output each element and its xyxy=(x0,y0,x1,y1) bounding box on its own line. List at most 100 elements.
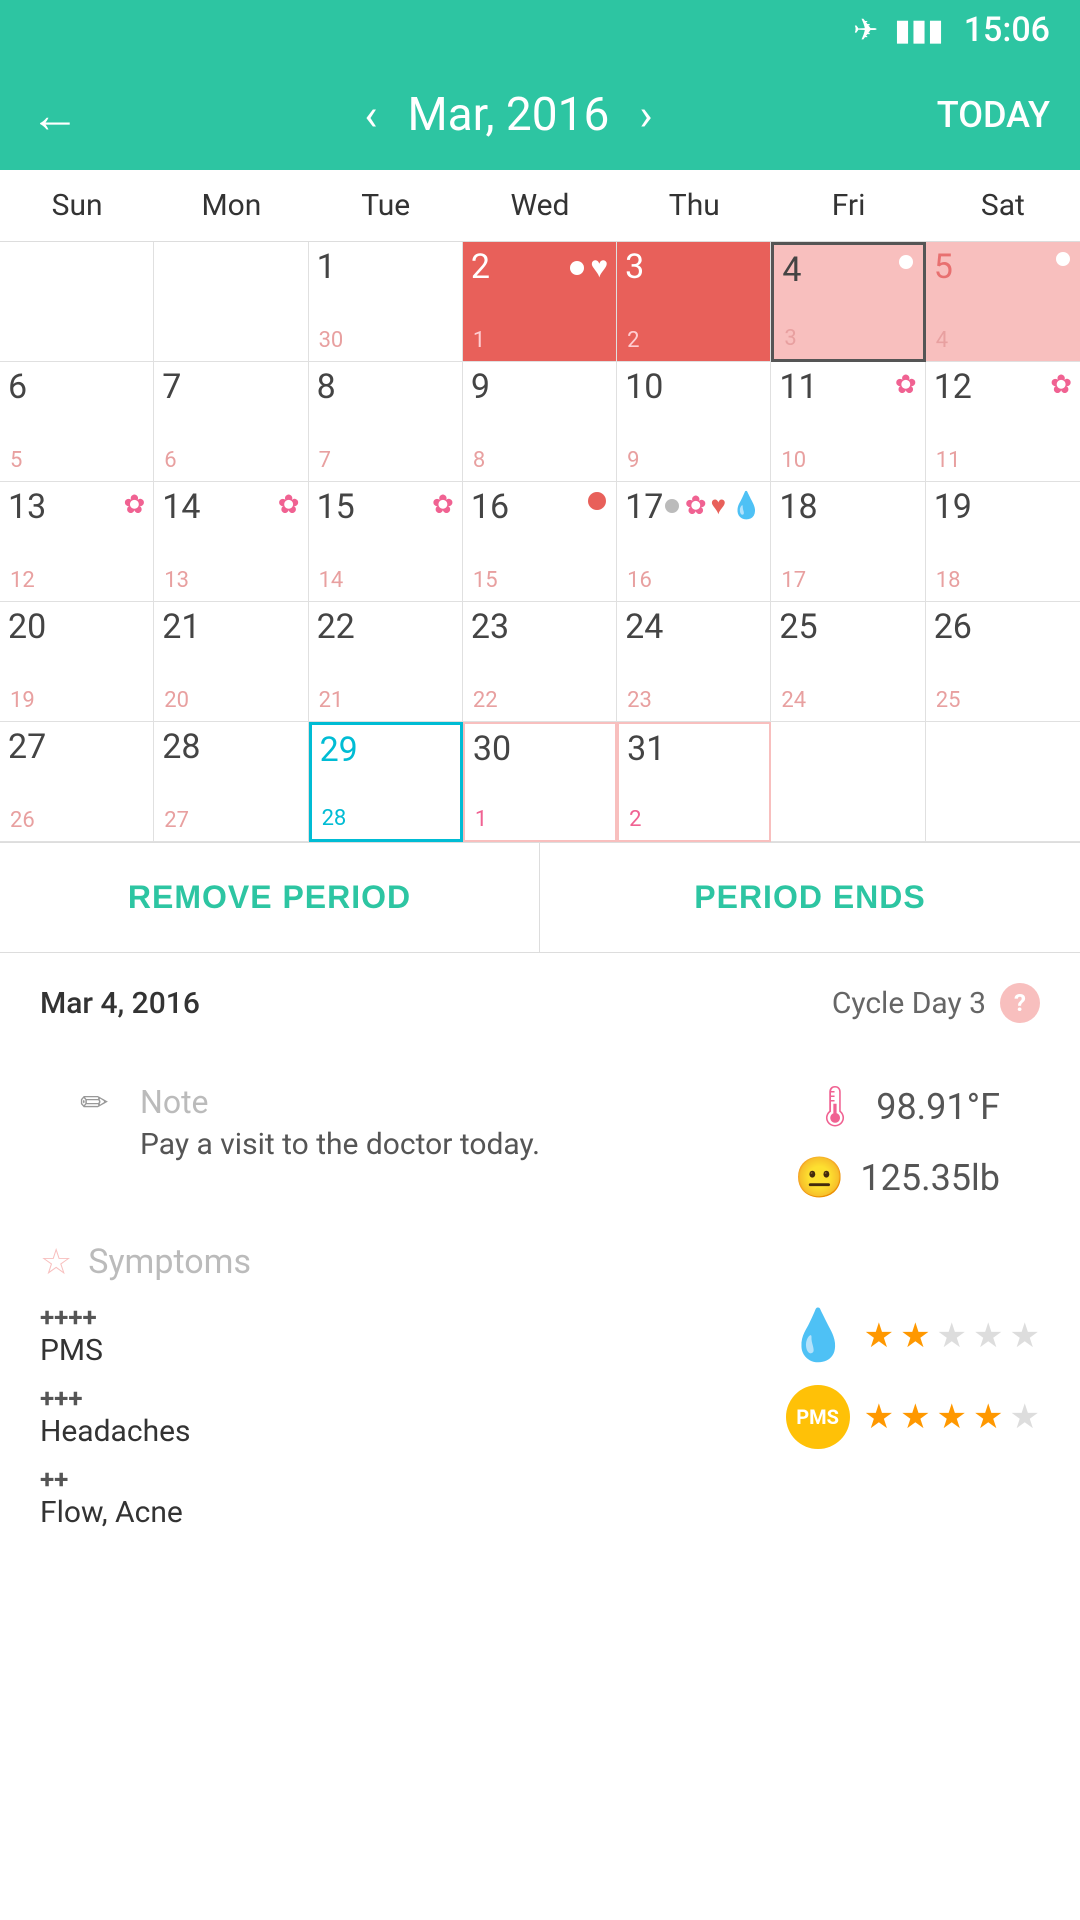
dot-white-icon xyxy=(899,255,913,269)
note-icon: ✏ xyxy=(80,1083,140,1123)
header: ← ‹ Mar, 2016 › TODAY xyxy=(0,60,1080,170)
symptom-flow-acne: ++ Flow, Acne xyxy=(40,1465,1040,1530)
note-row: ✏ Note Pay a visit to the doctor today. xyxy=(80,1083,700,1162)
month-navigation: ‹ Mar, 2016 › xyxy=(364,88,652,142)
calendar-cell-13[interactable]: ✿1211 xyxy=(926,362,1080,482)
calendar-cell-3[interactable]: ♥21 xyxy=(463,242,617,362)
weight-value: 125.35lb xyxy=(860,1157,1000,1199)
detail-date: Mar 4, 2016 xyxy=(40,986,200,1021)
calendar-cell-12[interactable]: ✿1110 xyxy=(771,362,925,482)
headaches-stars: ★ ★ ★ ★ ★ xyxy=(864,1397,1040,1437)
calendar-cell-24[interactable]: 2322 xyxy=(463,602,617,722)
star-h-2: ★ xyxy=(900,1397,930,1437)
flower-icon: ✿ xyxy=(123,490,145,520)
cell-day-number: 17 xyxy=(625,487,663,527)
calendar-cell-30[interactable]: 2928 xyxy=(309,722,463,842)
symptom-pms-right: 💧 ★ ★ ★ ★ ★ xyxy=(787,1307,1040,1365)
note-label: Note xyxy=(140,1083,700,1121)
calendar-cell-15[interactable]: ✿1413 xyxy=(154,482,308,602)
calendar-cell-28[interactable]: 2726 xyxy=(0,722,154,842)
cell-day-number: 28 xyxy=(162,727,200,767)
cell-cycle-number: 22 xyxy=(473,688,498,713)
drop-icon: 💧 xyxy=(730,491,762,521)
calendar-cell-23[interactable]: 2221 xyxy=(309,602,463,722)
symptoms-section: ☆ Symptoms ++++ PMS 💧 ★ ★ ★ ★ ★ +++ Head… xyxy=(0,1231,1080,1556)
calendar-cell-17[interactable]: 1615 xyxy=(463,482,617,602)
calendar-cell-21[interactable]: 2019 xyxy=(0,602,154,722)
calendar-cell-19[interactable]: 1817 xyxy=(771,482,925,602)
star-1: ★ xyxy=(864,1316,894,1356)
remove-period-button[interactable]: REMOVE PERIOD xyxy=(0,843,540,952)
calendar-cell-22[interactable]: 2120 xyxy=(154,602,308,722)
dot-white-icon xyxy=(1056,252,1070,266)
cell-day-number: 2 xyxy=(471,247,490,287)
period-drop-icon: 💧 xyxy=(787,1307,849,1365)
next-month-button[interactable]: › xyxy=(639,89,652,141)
calendar-cell-25[interactable]: 2423 xyxy=(617,602,771,722)
cell-day-number: 13 xyxy=(8,487,46,527)
symptom-headaches-right: PMS ★ ★ ★ ★ ★ xyxy=(786,1385,1040,1449)
calendar-cell-4[interactable]: 32 xyxy=(617,242,771,362)
back-button[interactable]: ← xyxy=(30,86,80,145)
cell-cycle-number: 11 xyxy=(936,448,961,473)
cell-day-number: 29 xyxy=(320,730,358,770)
calendar-cell-9[interactable]: 87 xyxy=(309,362,463,482)
heart-icon: ♥ xyxy=(590,250,608,285)
calendar-cell-7[interactable]: 65 xyxy=(0,362,154,482)
cell-day-number: 4 xyxy=(782,250,801,290)
calendar-cell-32[interactable]: 312 xyxy=(617,722,771,842)
cell-cycle-number: 18 xyxy=(936,568,961,593)
cell-cycle-number: 14 xyxy=(319,568,344,593)
cell-day-number: 31 xyxy=(627,729,665,769)
calendar-cell-11[interactable]: 109 xyxy=(617,362,771,482)
calendar-cell-2[interactable]: 130 xyxy=(309,242,463,362)
today-button[interactable]: TODAY xyxy=(937,94,1050,136)
content-right: 🌡 98.91°F 😐 125.35lb xyxy=(700,1083,1000,1201)
symptom-pms-name: PMS xyxy=(40,1333,103,1368)
calendar-cell-29[interactable]: 2827 xyxy=(154,722,308,842)
star-h-4: ★ xyxy=(973,1397,1003,1437)
cell-cycle-number: 20 xyxy=(164,688,189,713)
calendar-cell-18[interactable]: ✿♥💧1716 xyxy=(617,482,771,602)
cell-cycle-number: 26 xyxy=(10,808,35,833)
calendar-cell-26[interactable]: 2524 xyxy=(771,602,925,722)
temperature-row: 🌡 98.91°F xyxy=(809,1083,1000,1130)
cell-cycle-number: 12 xyxy=(10,568,35,593)
cycle-day-label: Cycle Day 3 xyxy=(832,986,986,1021)
weekday-header: Sun Mon Tue Wed Thu Fri Sat xyxy=(0,170,1080,242)
calendar-cell-31[interactable]: 301 xyxy=(463,722,617,842)
calendar-cell-5[interactable]: 43 xyxy=(771,242,925,362)
cell-cycle-number: 15 xyxy=(473,568,498,593)
calendar-cell-33 xyxy=(771,722,925,842)
detail-cycle: Cycle Day 3 ? xyxy=(832,983,1040,1023)
calendar-cell-10[interactable]: 98 xyxy=(463,362,617,482)
cell-day-number: 8 xyxy=(317,367,336,407)
weekday-sun: Sun xyxy=(0,170,154,241)
cell-day-number: 9 xyxy=(471,367,490,407)
star-2: ★ xyxy=(900,1316,930,1356)
weekday-wed: Wed xyxy=(463,170,617,241)
star-h-3: ★ xyxy=(937,1397,967,1437)
status-icons: ✈ ▮▮▮ xyxy=(853,13,944,48)
cell-day-number: 26 xyxy=(934,607,972,647)
cell-day-number: 16 xyxy=(471,487,509,527)
calendar-cell-1 xyxy=(154,242,308,362)
flower-icon: ✿ xyxy=(895,370,917,400)
airplane-icon: ✈ xyxy=(853,13,878,48)
cell-day-number: 19 xyxy=(934,487,972,527)
calendar-cell-16[interactable]: ✿1514 xyxy=(309,482,463,602)
prev-month-button[interactable]: ‹ xyxy=(364,89,377,141)
flower-icon: ✿ xyxy=(1050,370,1072,400)
calendar-cell-20[interactable]: 1918 xyxy=(926,482,1080,602)
cell-cycle-number: 9 xyxy=(627,448,639,473)
weight-row: 😐 125.35lb xyxy=(795,1154,1000,1201)
cycle-help-icon[interactable]: ? xyxy=(1000,983,1040,1023)
calendar-cell-6[interactable]: 54 xyxy=(926,242,1080,362)
calendar-cell-8[interactable]: 76 xyxy=(154,362,308,482)
content-area: ✏ Note Pay a visit to the doctor today. … xyxy=(40,1053,1040,1201)
period-ends-button[interactable]: PERIOD ENDS xyxy=(540,843,1080,952)
calendar-cell-14[interactable]: ✿ 13 12 xyxy=(0,482,154,602)
cell-day-number: 30 xyxy=(473,729,511,769)
calendar-cell-27[interactable]: 2625 xyxy=(926,602,1080,722)
pms5-badge: PMS xyxy=(786,1385,850,1449)
